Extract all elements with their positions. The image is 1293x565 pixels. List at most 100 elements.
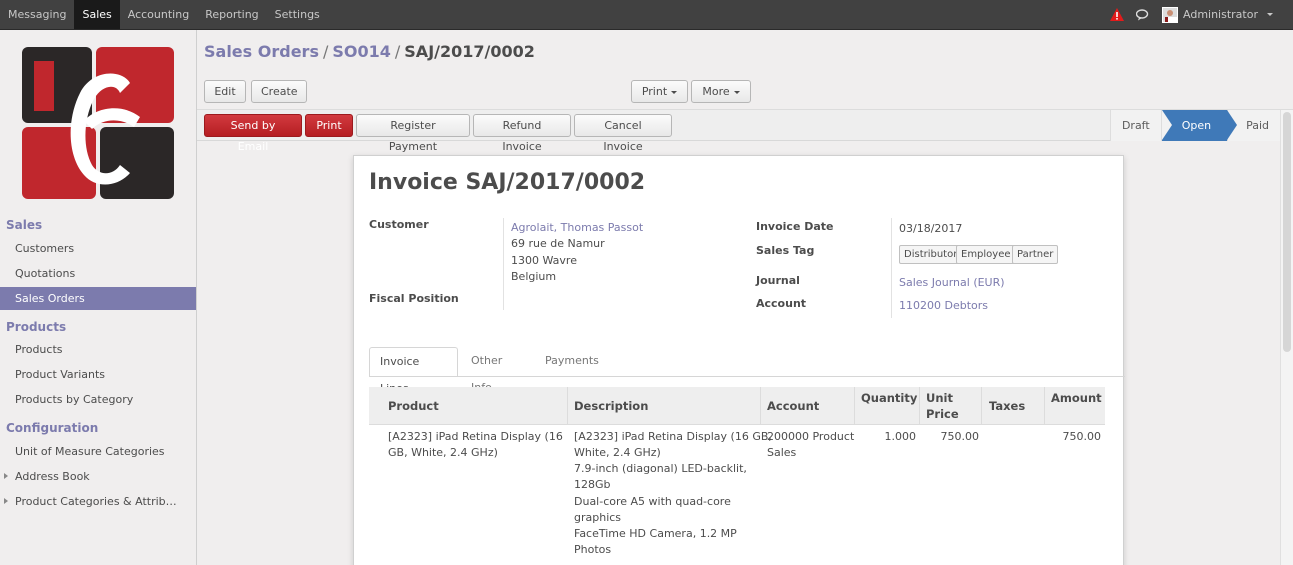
warning-icon[interactable] <box>1110 8 1124 21</box>
field-divider <box>503 218 504 310</box>
menu-reporting[interactable]: Reporting <box>197 0 266 29</box>
table-header: Product Description Account Quantity Uni… <box>369 387 1105 425</box>
invoice-sheet: Invoice SAJ/2017/0002 Customer Agrolait,… <box>353 155 1125 565</box>
section-products: Products <box>6 320 67 334</box>
col-unit-price-line2: Price <box>926 407 959 421</box>
breadcrumb-sales-orders[interactable]: Sales Orders <box>204 42 319 61</box>
column-divider <box>854 387 855 425</box>
fiscal-position-label: Fiscal Position <box>369 292 459 305</box>
cell-description-line: [A2323] iPad Retina Display (16 GB, <box>574 430 772 443</box>
sidebar-item-customers[interactable]: Customers <box>0 237 196 260</box>
register-payment-button[interactable]: Register Payment <box>356 114 470 153</box>
col-account[interactable]: Account <box>767 398 819 414</box>
status-bar: Send by Email Print Register Payment Ref… <box>197 110 1280 153</box>
print-dropdown[interactable]: Print <box>631 80 688 103</box>
avatar <box>1162 6 1178 23</box>
state-open[interactable]: Open <box>1160 110 1238 141</box>
cell-description-line: Dual-core A5 with quad-core <box>574 495 731 508</box>
tag-distributor[interactable]: Distributor <box>899 245 963 264</box>
breadcrumb-separator: / <box>322 42 329 61</box>
chevron-down-icon <box>671 90 678 94</box>
cell-product-line2: GB, White, 2.4 GHz) <box>388 446 498 459</box>
refund-invoice-button[interactable]: Refund Invoice <box>473 114 571 153</box>
col-quantity[interactable]: Quantity <box>861 390 917 406</box>
company-logo <box>22 47 174 199</box>
menu-messaging[interactable]: Messaging <box>0 0 74 29</box>
print-button[interactable]: Print <box>305 114 353 137</box>
menu-sales[interactable]: Sales <box>74 0 120 29</box>
systray: Administrator <box>1110 0 1273 29</box>
cell-description-line: White, 2.4 GHz) <box>574 446 661 459</box>
journal-label: Journal <box>756 274 800 287</box>
cell-unit-price: 750.00 <box>940 430 980 443</box>
expand-icon <box>4 473 8 479</box>
journal-link[interactable]: Sales Journal (EUR) <box>899 275 1005 292</box>
col-unit-price-line1: Unit <box>926 391 953 405</box>
sidebar-item-products-by-category[interactable]: Products by Category <box>0 388 196 411</box>
account-link[interactable]: 110200 Debtors <box>899 298 988 315</box>
sidebar-item-uom-categories[interactable]: Unit of Measure Categories <box>0 440 196 463</box>
col-taxes[interactable]: Taxes <box>989 398 1025 414</box>
column-divider <box>760 387 761 425</box>
sidebar-item-product-variants[interactable]: Product Variants <box>0 363 196 386</box>
cell-description-line: graphics <box>574 511 622 524</box>
sidebar-item-sales-orders[interactable]: Sales Orders <box>0 287 196 310</box>
tab-other-info[interactable]: Other Info <box>461 347 512 394</box>
col-description[interactable]: Description <box>574 398 648 414</box>
sidebar-item-label: Address Book <box>15 470 90 483</box>
column-divider <box>1044 387 1045 425</box>
tag-partner[interactable]: Partner <box>1012 245 1059 264</box>
cell-description-line: Photos <box>574 543 612 556</box>
invoice-date-value: 03/18/2017 <box>899 222 963 235</box>
cell-description-line: 7.9-inch (diagonal) LED-backlit, <box>574 462 747 475</box>
col-amount[interactable]: Amount <box>1051 390 1102 406</box>
menu-settings[interactable]: Settings <box>267 0 328 29</box>
cell-product-line1: [A2323] iPad Retina Display (16 <box>388 430 563 443</box>
edit-button[interactable]: Edit <box>204 80 246 103</box>
sidebar-item-label: Product Categories & Attrib… <box>15 495 177 508</box>
cell-quantity: 1.000 <box>884 430 917 443</box>
cancel-invoice-button[interactable]: Cancel Invoice <box>574 114 672 153</box>
more-dropdown[interactable]: More <box>691 80 751 103</box>
field-divider <box>891 218 892 318</box>
cell-account-line1: 200000 Product <box>767 430 855 443</box>
breadcrumb-current: SAJ/2017/0002 <box>404 42 535 61</box>
tab-invoice-lines[interactable]: Invoice Lines <box>369 347 458 395</box>
breadcrumb-so014[interactable]: SO014 <box>332 42 391 61</box>
create-button[interactable]: Create <box>251 80 307 103</box>
state-pipeline: Draft Open Paid <box>1109 110 1280 141</box>
print-dropdown-label: Print <box>641 85 668 98</box>
section-configuration: Configuration <box>6 421 99 435</box>
breadcrumb-separator: / <box>394 42 401 61</box>
account-label: Account <box>756 297 807 310</box>
col-product[interactable]: Product <box>388 398 439 414</box>
cell-account-line2: Sales <box>767 446 797 459</box>
cell-description-line: 128Gb <box>574 478 611 491</box>
send-by-email-button[interactable]: Send by Email <box>204 114 302 153</box>
tab-payments[interactable]: Payments <box>535 347 609 377</box>
top-navbar: Messaging Sales Accounting Reporting Set… <box>0 0 1293 30</box>
chevron-down-icon <box>1267 13 1273 16</box>
column-divider <box>919 387 920 425</box>
tab-underline <box>369 376 1125 377</box>
customer-link[interactable]: Agrolait, Thomas Passot <box>511 220 643 237</box>
customer-address-line1: 69 rue de Namur <box>511 237 605 250</box>
scrollbar[interactable] <box>1280 110 1293 565</box>
more-dropdown-label: More <box>702 85 730 98</box>
sidebar-item-quotations[interactable]: Quotations <box>0 262 196 285</box>
sidebar-item-product-categories[interactable]: Product Categories & Attrib… <box>0 490 196 513</box>
cell-amount: 750.00 <box>1062 430 1102 443</box>
control-panel: Sales Orders / SO014/SAJ/2017/0002 Edit Cr… <box>197 30 1293 110</box>
state-draft[interactable]: Draft <box>1109 110 1161 141</box>
app-menu: Messaging Sales Accounting Reporting Set… <box>0 0 328 29</box>
scrollbar-thumb[interactable] <box>1283 112 1291 352</box>
user-menu[interactable]: Administrator <box>1162 6 1273 23</box>
section-sales: Sales <box>6 218 43 232</box>
tag-employee[interactable]: Employee <box>956 245 1016 264</box>
sidebar-item-address-book[interactable]: Address Book <box>0 465 196 488</box>
sidebar-item-products[interactable]: Products <box>0 338 196 361</box>
chat-icon[interactable] <box>1136 8 1150 21</box>
col-unit-price[interactable]: Unit Price <box>926 390 959 422</box>
menu-accounting[interactable]: Accounting <box>120 0 197 29</box>
user-name: Administrator <box>1183 8 1258 21</box>
